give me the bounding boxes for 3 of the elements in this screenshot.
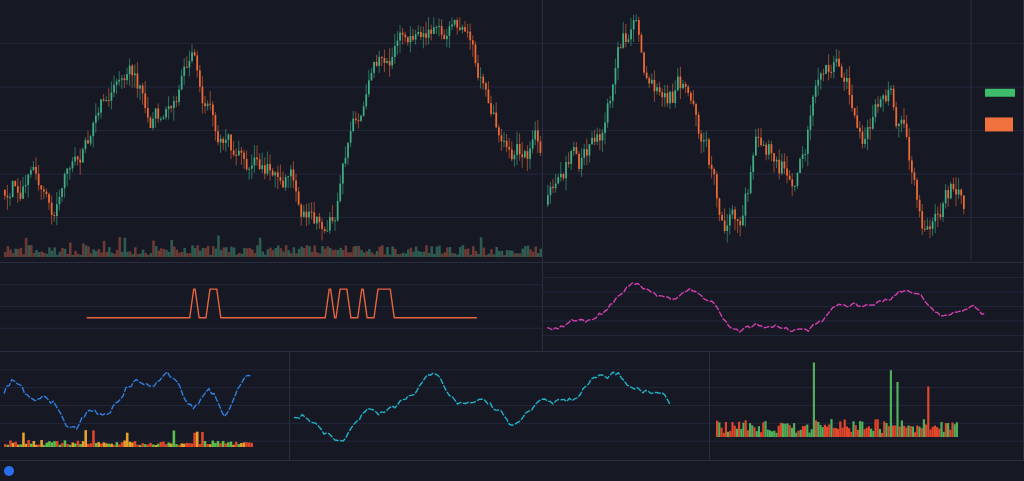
price-tag [985,88,1015,97]
status-dot-icon [4,466,14,476]
price-tag [985,117,1013,132]
